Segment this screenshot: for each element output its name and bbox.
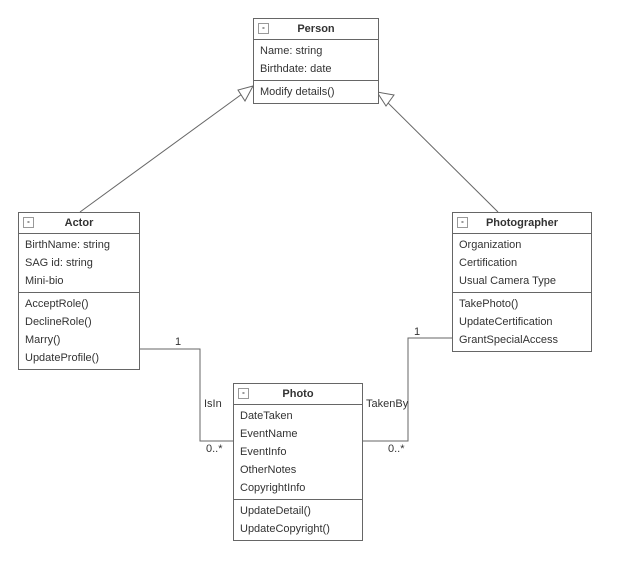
class-actor[interactable]: - Actor BirthName: string SAG id: string… xyxy=(18,212,140,370)
operation-row: UpdateCopyright() xyxy=(234,520,362,538)
attributes-section: DateTaken EventName EventInfo OtherNotes… xyxy=(234,405,362,500)
attribute-row: BirthName: string xyxy=(19,236,139,254)
operations-section: UpdateDetail() UpdateCopyright() xyxy=(234,500,362,540)
class-title-text: Photographer xyxy=(486,217,558,229)
multiplicity-photo-isin: 0..* xyxy=(206,443,223,455)
collapse-icon[interactable]: - xyxy=(457,217,468,228)
attributes-section: Organization Certification Usual Camera … xyxy=(453,234,591,293)
collapse-icon[interactable]: - xyxy=(23,217,34,228)
attributes-section: BirthName: string SAG id: string Mini-bi… xyxy=(19,234,139,293)
operations-section: AcceptRole() DeclineRole() Marry() Updat… xyxy=(19,293,139,369)
operation-row: DeclineRole() xyxy=(19,313,139,331)
attribute-row: Organization xyxy=(453,236,591,254)
class-title-text: Person xyxy=(297,23,334,35)
attribute-row: SAG id: string xyxy=(19,254,139,272)
attributes-section: Name: string Birthdate: date xyxy=(254,40,378,81)
class-title-text: Actor xyxy=(65,217,94,229)
operation-row: GrantSpecialAccess xyxy=(453,331,591,349)
attribute-row: EventName xyxy=(234,425,362,443)
operation-row: Modify details() xyxy=(254,83,378,101)
attribute-row: Mini-bio xyxy=(19,272,139,290)
attribute-row: CopyrightInfo xyxy=(234,479,362,497)
attribute-row: Name: string xyxy=(254,42,378,60)
attribute-row: Birthdate: date xyxy=(254,60,378,78)
collapse-icon[interactable]: - xyxy=(258,23,269,34)
operation-row: UpdateCertification xyxy=(453,313,591,331)
multiplicity-photographer: 1 xyxy=(414,326,420,338)
assoc-label-isin: IsIn xyxy=(204,398,222,410)
attribute-row: Certification xyxy=(453,254,591,272)
attribute-row: OtherNotes xyxy=(234,461,362,479)
attribute-row: EventInfo xyxy=(234,443,362,461)
class-photographer[interactable]: - Photographer Organization Certificatio… xyxy=(452,212,592,352)
multiplicity-photo-takenby: 0..* xyxy=(388,443,405,455)
operation-row: Marry() xyxy=(19,331,139,349)
operations-section: TakePhoto() UpdateCertification GrantSpe… xyxy=(453,293,591,351)
class-photo[interactable]: - Photo DateTaken EventName EventInfo Ot… xyxy=(233,383,363,541)
operations-section: Modify details() xyxy=(254,81,378,103)
operation-row: AcceptRole() xyxy=(19,295,139,313)
class-title-text: Photo xyxy=(282,388,313,400)
collapse-icon[interactable]: - xyxy=(238,388,249,399)
multiplicity-actor: 1 xyxy=(175,336,181,348)
attribute-row: DateTaken xyxy=(234,407,362,425)
operation-row: TakePhoto() xyxy=(453,295,591,313)
assoc-label-takenby: TakenBy xyxy=(366,398,408,410)
attribute-row: Usual Camera Type xyxy=(453,272,591,290)
operation-row: UpdateDetail() xyxy=(234,502,362,520)
class-person[interactable]: - Person Name: string Birthdate: date Mo… xyxy=(253,18,379,104)
operation-row: UpdateProfile() xyxy=(19,349,139,367)
